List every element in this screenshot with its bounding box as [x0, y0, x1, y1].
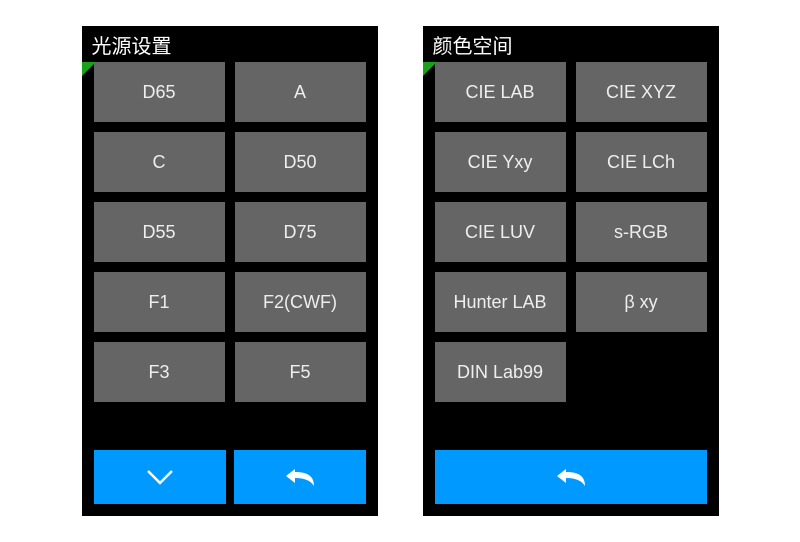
option-f5[interactable]: F5 — [235, 342, 366, 402]
option-f2cwf[interactable]: F2(CWF) — [235, 272, 366, 332]
title-text: 光源设置 — [92, 30, 172, 59]
page-title: 光源设置 — [82, 26, 378, 62]
option-cie-lch[interactable]: CIE LCh — [576, 132, 707, 192]
footer-bar — [423, 450, 719, 504]
back-button[interactable] — [234, 450, 366, 504]
back-button[interactable] — [435, 450, 707, 504]
option-srgb[interactable]: s-RGB — [576, 202, 707, 262]
footer-bar — [82, 450, 378, 504]
active-indicator — [423, 62, 437, 76]
option-c[interactable]: C — [94, 132, 225, 192]
screen-color-space: 颜色空间 CIE LAB CIE XYZ CIE Yxy CIE LCh CIE… — [423, 26, 719, 516]
back-arrow-icon — [554, 466, 588, 488]
option-cie-lab[interactable]: CIE LAB — [435, 62, 566, 122]
option-a[interactable]: A — [235, 62, 366, 122]
option-din-lab99[interactable]: DIN Lab99 — [435, 342, 566, 402]
option-cie-luv[interactable]: CIE LUV — [435, 202, 566, 262]
option-cie-yxy[interactable]: CIE Yxy — [435, 132, 566, 192]
active-indicator — [82, 62, 96, 76]
option-grid: D65 A C D50 D55 D75 F1 F2(CWF) F3 F5 — [82, 62, 378, 450]
option-d65[interactable]: D65 — [94, 62, 225, 122]
option-cie-xyz[interactable]: CIE XYZ — [576, 62, 707, 122]
back-arrow-icon — [283, 466, 317, 488]
title-text: 颜色空间 — [433, 30, 513, 59]
option-d50[interactable]: D50 — [235, 132, 366, 192]
option-d75[interactable]: D75 — [235, 202, 366, 262]
option-grid: CIE LAB CIE XYZ CIE Yxy CIE LCh CIE LUV … — [423, 62, 719, 450]
option-beta-xy[interactable]: β xy — [576, 272, 707, 332]
option-f3[interactable]: F3 — [94, 342, 225, 402]
page-down-button[interactable] — [94, 450, 226, 504]
option-f1[interactable]: F1 — [94, 272, 225, 332]
option-d55[interactable]: D55 — [94, 202, 225, 262]
chevron-down-icon — [145, 468, 175, 486]
page-title: 颜色空间 — [423, 26, 719, 62]
option-hunter-lab[interactable]: Hunter LAB — [435, 272, 566, 332]
screen-light-source: 光源设置 D65 A C D50 D55 D75 F1 F2(CWF) F3 F… — [82, 26, 378, 516]
